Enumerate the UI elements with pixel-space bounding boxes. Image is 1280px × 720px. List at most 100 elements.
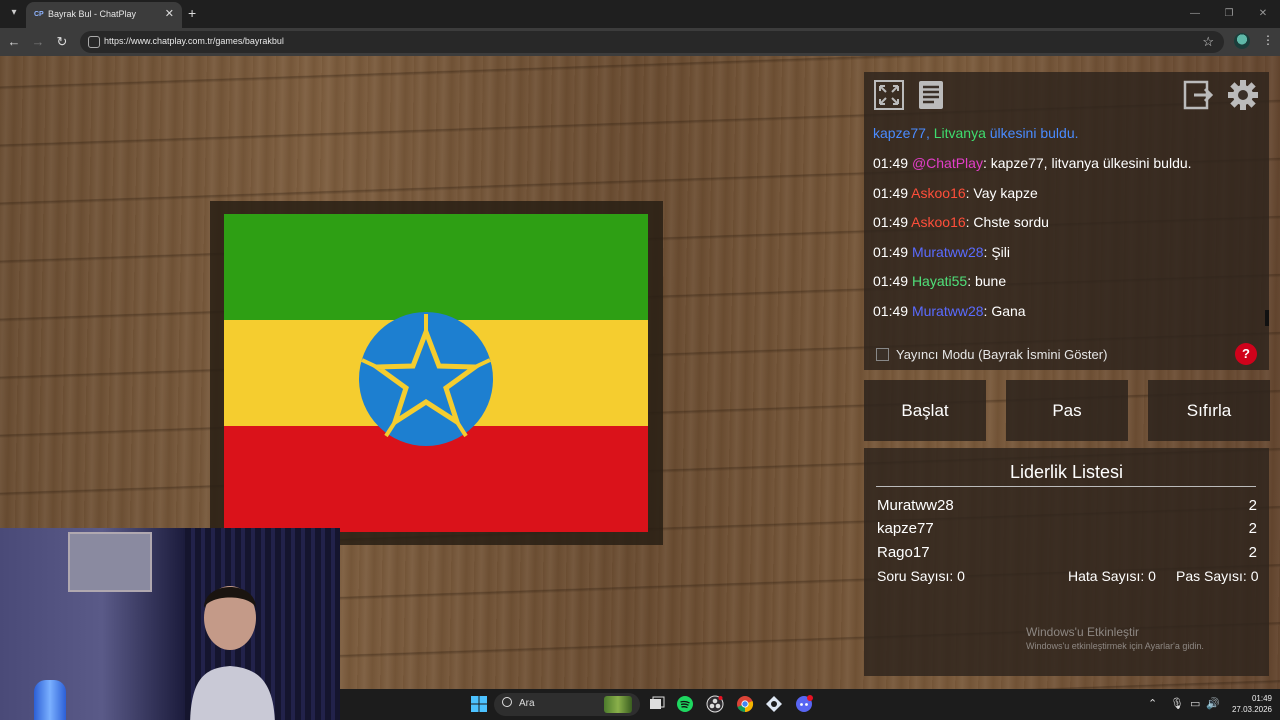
flag-green-stripe xyxy=(224,214,648,320)
search-highlight-image xyxy=(604,696,632,713)
reload-icon[interactable]: ↻ xyxy=(54,34,70,50)
spotify-icon[interactable] xyxy=(676,695,694,713)
bookmark-star-icon[interactable]: ☆ xyxy=(1202,34,1214,50)
webcam-wall-picture xyxy=(68,532,152,592)
leaderboard-row: Muratww28 2 xyxy=(877,497,1257,519)
chat-message-separator: : xyxy=(967,273,975,289)
windows-activation-watermark: Windows'u Etkinleştir Windows'u etkinleş… xyxy=(1026,625,1204,651)
chat-message-text-suffix: ülkesini buldu. xyxy=(985,125,1079,141)
search-icon xyxy=(502,697,512,707)
leaderboard-score: 2 xyxy=(1248,520,1257,537)
logout-button[interactable] xyxy=(1182,78,1216,112)
network-icon[interactable]: ▭ xyxy=(1190,697,1200,710)
chat-message-text: bune xyxy=(974,273,1007,289)
webcam-lamp xyxy=(34,680,66,720)
chat-message-text: kapze77, litvanya ülkesini buldu. xyxy=(990,155,1192,171)
new-tab-icon[interactable]: + xyxy=(188,5,196,21)
activation-subtitle: Windows'u etkinleştirmek için Ayarlar'a … xyxy=(1026,641,1204,651)
chat-message: 01:49 Muratww28: Gana xyxy=(873,303,1026,319)
taskbar-search-box[interactable]: Ara xyxy=(494,693,640,716)
back-icon[interactable]: ← xyxy=(6,34,22,50)
notes-icon xyxy=(919,81,943,109)
leaderboard-name: Muratww28 xyxy=(877,497,954,514)
chat-message-user: Askoo16 xyxy=(911,185,966,201)
reset-button[interactable]: Sıfırla xyxy=(1148,380,1270,441)
fullscreen-button[interactable] xyxy=(872,78,906,112)
chat-message: 01:49 Askoo16: Chste sordu xyxy=(873,214,1049,230)
chat-message-text: Gana xyxy=(991,303,1026,319)
pass-count: Pas Sayısı: 0 xyxy=(1176,568,1259,584)
error-count: Hata Sayısı: 0 xyxy=(1068,568,1156,584)
obs-icon[interactable] xyxy=(706,695,724,713)
flag-frame xyxy=(210,201,663,545)
browser-menu-icon[interactable]: ⋮ xyxy=(1262,33,1274,47)
chat-message-time: 01:49 xyxy=(873,155,912,171)
profile-avatar[interactable] xyxy=(1234,33,1250,49)
chat-message-separator: , xyxy=(925,125,934,141)
close-window-icon[interactable]: ✕ xyxy=(1246,0,1280,28)
leaderboard-title: Liderlik Listesi xyxy=(1009,462,1124,482)
settings-icon xyxy=(1228,80,1258,110)
browser-tab[interactable]: CP Bayrak Bul - ChatPlay ✕ xyxy=(26,2,182,28)
chat-message-user: Hayati55 xyxy=(911,273,968,289)
chat-message-list: kapze77, Litvanya ülkesini buldu. 01:49 @… xyxy=(864,122,1264,330)
volume-icon[interactable]: 🔊 xyxy=(1206,697,1220,710)
leaderboard-name: kapze77 xyxy=(877,520,934,537)
leaderboard-score: 2 xyxy=(1248,544,1257,561)
leaderboard-score: 2 xyxy=(1248,497,1257,514)
streamer-mode-checkbox[interactable] xyxy=(876,348,889,361)
chat-message: 01:49 Askoo16: Vay kapze xyxy=(873,185,1038,201)
discord-icon[interactable] xyxy=(795,695,813,713)
chat-message-text: Chste sordu xyxy=(973,214,1049,230)
windows-taskbar: Ara ⌃ 🎙 ▭ 🔊 01:49 27.03.2026 xyxy=(340,689,1280,720)
pass-button[interactable]: Pas xyxy=(1006,380,1128,441)
url-field[interactable]: https://www.chatplay.com.tr/games/bayrak… xyxy=(80,31,1224,53)
tray-overflow-icon[interactable]: ⌃ xyxy=(1148,697,1157,710)
ethiopia-flag xyxy=(224,214,648,532)
chrome-icon[interactable] xyxy=(736,695,754,713)
chat-message-text: Vay kapze xyxy=(973,185,1038,201)
chat-message-time: 01:49 xyxy=(873,185,912,201)
chat-message-time: 01:49 xyxy=(873,214,912,230)
browser-tab-bar: ▾ CP Bayrak Bul - ChatPlay ✕ + — ❐ ✕ xyxy=(0,0,1280,28)
leaderboard-panel: Liderlik Listesi Muratww28 2 kapze77 2 R… xyxy=(864,448,1269,676)
chat-message-text: Şili xyxy=(991,244,1010,260)
clock-time: 01:49 xyxy=(1251,694,1272,703)
leaderboard-name: Rago17 xyxy=(877,544,930,561)
windows-start-icon[interactable] xyxy=(470,695,488,713)
chat-message-user: @ChatPlay xyxy=(911,155,983,171)
leaderboard-row: Rago17 2 xyxy=(877,544,1257,566)
microphone-icon[interactable]: 🎙 xyxy=(1170,697,1184,710)
chat-message: 01:49 @ChatPlay: kapze77, litvanya ülkes… xyxy=(873,155,1192,171)
forward-icon[interactable]: → xyxy=(30,34,46,50)
chat-message-user: kapze77 xyxy=(873,125,926,141)
chat-message: 01:49 Hayati55: bune xyxy=(873,273,1006,289)
search-placeholder: Ara xyxy=(519,698,535,709)
chat-message-user: Askoo16 xyxy=(911,214,966,230)
task-view-icon[interactable] xyxy=(648,695,666,713)
clock-date: 27.03.2026 xyxy=(1231,705,1272,714)
chat-message-time: 01:49 xyxy=(873,244,912,260)
question-count: Soru Sayısı: 0 xyxy=(877,568,965,584)
taskbar-clock[interactable]: 01:49 27.03.2026 xyxy=(1230,693,1272,715)
minimize-icon[interactable]: — xyxy=(1178,0,1212,28)
help-icon[interactable]: ? xyxy=(1235,343,1257,365)
site-info-icon[interactable] xyxy=(88,36,100,48)
chat-message-user: Muratww28 xyxy=(911,303,984,319)
start-button[interactable]: Başlat xyxy=(864,380,986,441)
notes-button[interactable] xyxy=(914,78,948,112)
settings-button[interactable] xyxy=(1226,78,1260,112)
address-bar: ← → ↻ https://www.chatplay.com.tr/games/… xyxy=(0,28,1280,56)
close-tab-icon[interactable]: ✕ xyxy=(165,7,174,20)
restore-icon[interactable]: ❐ xyxy=(1212,0,1246,28)
streamlabs-icon[interactable] xyxy=(765,695,783,713)
site-favicon-icon: CP xyxy=(34,11,44,18)
tab-search-icon[interactable]: ▾ xyxy=(6,5,22,21)
leaderboard-divider xyxy=(876,486,1256,487)
window-controls: — ❐ ✕ xyxy=(1178,0,1280,28)
flag-image xyxy=(224,214,648,532)
chat-message-user: Muratww28 xyxy=(911,244,984,260)
chat-scrollbar[interactable] xyxy=(1265,310,1269,326)
tab-title: Bayrak Bul - ChatPlay xyxy=(48,9,137,19)
chat-message: kapze77, Litvanya ülkesini buldu. xyxy=(873,125,1079,141)
